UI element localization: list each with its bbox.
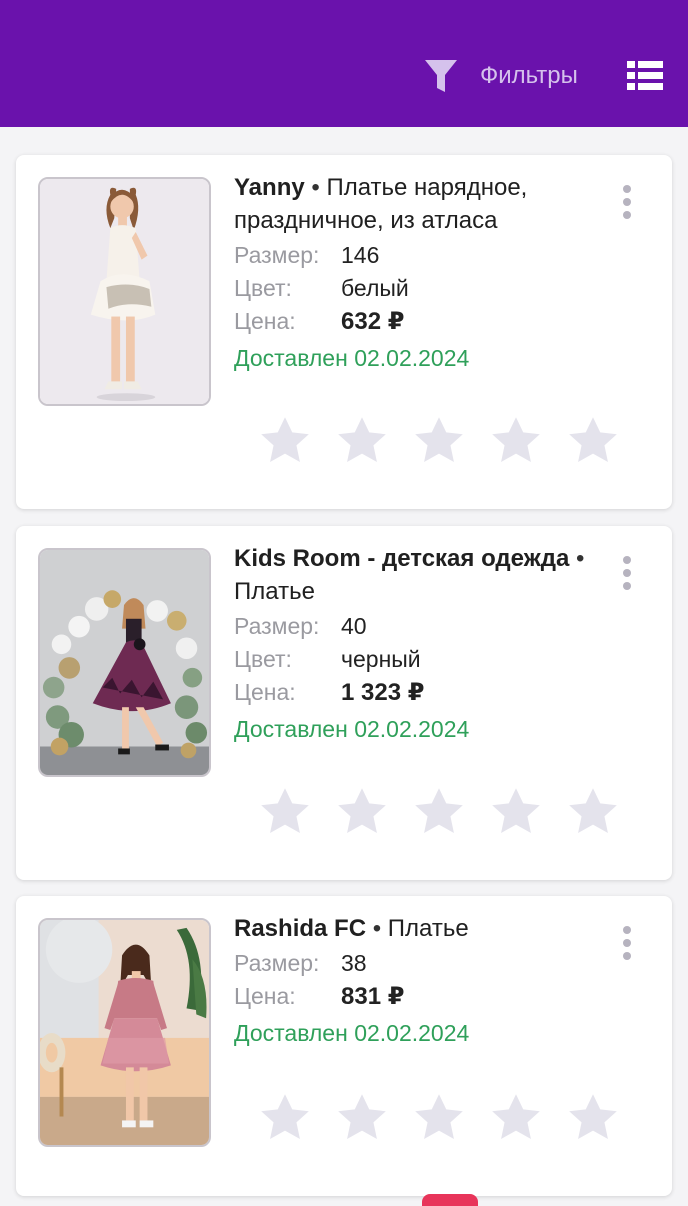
order-card[interactable]: Rashida FC • Платье Размер: 38 Цена: 831… bbox=[16, 896, 672, 1196]
product-title[interactable]: Yanny • Платье нарядное, праздничное, из… bbox=[234, 171, 594, 237]
brand-name: Kids Room - детская одежда bbox=[234, 545, 570, 572]
star-icon[interactable] bbox=[256, 413, 314, 469]
brand-name: Yanny bbox=[234, 174, 305, 201]
order-info: Rashida FC • Платье Размер: 38 Цена: 831… bbox=[234, 912, 594, 1050]
brand-name: Rashida FC bbox=[234, 915, 367, 942]
app-header: Фильтры bbox=[0, 0, 688, 127]
price-label: Цена: bbox=[234, 308, 296, 334]
color-label: Цвет: bbox=[234, 646, 292, 672]
order-card[interactable]: Kids Room - детская одежда • Платье Разм… bbox=[16, 526, 672, 880]
star-icon[interactable] bbox=[256, 1090, 314, 1146]
star-icon[interactable] bbox=[564, 784, 622, 840]
order-info: Yanny • Платье нарядное, праздничное, из… bbox=[234, 171, 594, 375]
price-row: Цена: 632 ₽ bbox=[234, 305, 594, 338]
order-info: Kids Room - детская одежда • Платье Разм… bbox=[234, 542, 594, 746]
filter-funnel-icon bbox=[425, 60, 457, 92]
color-row: Цвет: белый bbox=[234, 272, 594, 305]
star-icon[interactable] bbox=[410, 784, 468, 840]
star-icon[interactable] bbox=[256, 784, 314, 840]
price-value: 1 323 ₽ bbox=[341, 679, 425, 706]
rating-stars[interactable] bbox=[256, 784, 622, 840]
color-value: черный bbox=[341, 646, 421, 672]
product-photo[interactable] bbox=[38, 918, 211, 1147]
star-icon[interactable] bbox=[333, 413, 391, 469]
floating-badge[interactable] bbox=[422, 1194, 478, 1206]
filters-button[interactable]: Фильтры bbox=[424, 56, 578, 96]
color-label: Цвет: bbox=[234, 275, 292, 301]
star-icon[interactable] bbox=[333, 1090, 391, 1146]
list-view-icon[interactable] bbox=[627, 61, 663, 91]
star-icon[interactable] bbox=[410, 1090, 468, 1146]
color-value: белый bbox=[341, 275, 409, 301]
star-icon[interactable] bbox=[487, 1090, 545, 1146]
price-row: Цена: 831 ₽ bbox=[234, 980, 594, 1013]
size-label: Размер: bbox=[234, 950, 320, 976]
star-icon[interactable] bbox=[487, 413, 545, 469]
delivery-status: Доставлен 02.02.2024 bbox=[234, 1020, 470, 1046]
filters-label: Фильтры bbox=[480, 62, 578, 89]
product-title[interactable]: Rashida FC • Платье bbox=[234, 912, 594, 945]
product-name: Платье bbox=[387, 915, 469, 942]
size-row: Размер: 38 bbox=[234, 947, 594, 980]
delivery-status: Доставлен 02.02.2024 bbox=[234, 345, 470, 371]
rating-stars[interactable] bbox=[256, 413, 622, 469]
size-label: Размер: bbox=[234, 242, 320, 268]
size-value: 40 bbox=[341, 613, 367, 639]
more-options-icon[interactable] bbox=[618, 556, 636, 590]
price-row: Цена: 1 323 ₽ bbox=[234, 676, 594, 709]
delivery-status: Доставлен 02.02.2024 bbox=[234, 716, 470, 742]
star-icon[interactable] bbox=[333, 784, 391, 840]
price-label: Цена: bbox=[234, 679, 296, 705]
more-options-icon[interactable] bbox=[618, 185, 636, 219]
more-options-icon[interactable] bbox=[618, 926, 636, 960]
price-value: 831 ₽ bbox=[341, 983, 405, 1010]
product-title[interactable]: Kids Room - детская одежда • Платье bbox=[234, 542, 594, 608]
price-value: 632 ₽ bbox=[341, 308, 405, 335]
size-row: Размер: 40 bbox=[234, 610, 594, 643]
color-row: Цвет: черный bbox=[234, 643, 594, 676]
size-value: 38 bbox=[341, 950, 367, 976]
product-photo[interactable] bbox=[38, 177, 211, 406]
star-icon[interactable] bbox=[487, 784, 545, 840]
size-row: Размер: 146 bbox=[234, 239, 594, 272]
title-separator: • bbox=[311, 174, 320, 201]
size-value: 146 bbox=[341, 242, 380, 268]
product-photo[interactable] bbox=[38, 548, 211, 777]
star-icon[interactable] bbox=[564, 1090, 622, 1146]
title-separator: • bbox=[372, 915, 382, 942]
title-separator: • bbox=[575, 545, 585, 572]
product-name: Платье bbox=[234, 578, 315, 605]
price-label: Цена: bbox=[234, 983, 296, 1009]
star-icon[interactable] bbox=[410, 413, 468, 469]
size-label: Размер: bbox=[234, 613, 320, 639]
star-icon[interactable] bbox=[564, 413, 622, 469]
order-card[interactable]: Yanny • Платье нарядное, праздничное, из… bbox=[16, 155, 672, 509]
rating-stars[interactable] bbox=[256, 1090, 622, 1146]
